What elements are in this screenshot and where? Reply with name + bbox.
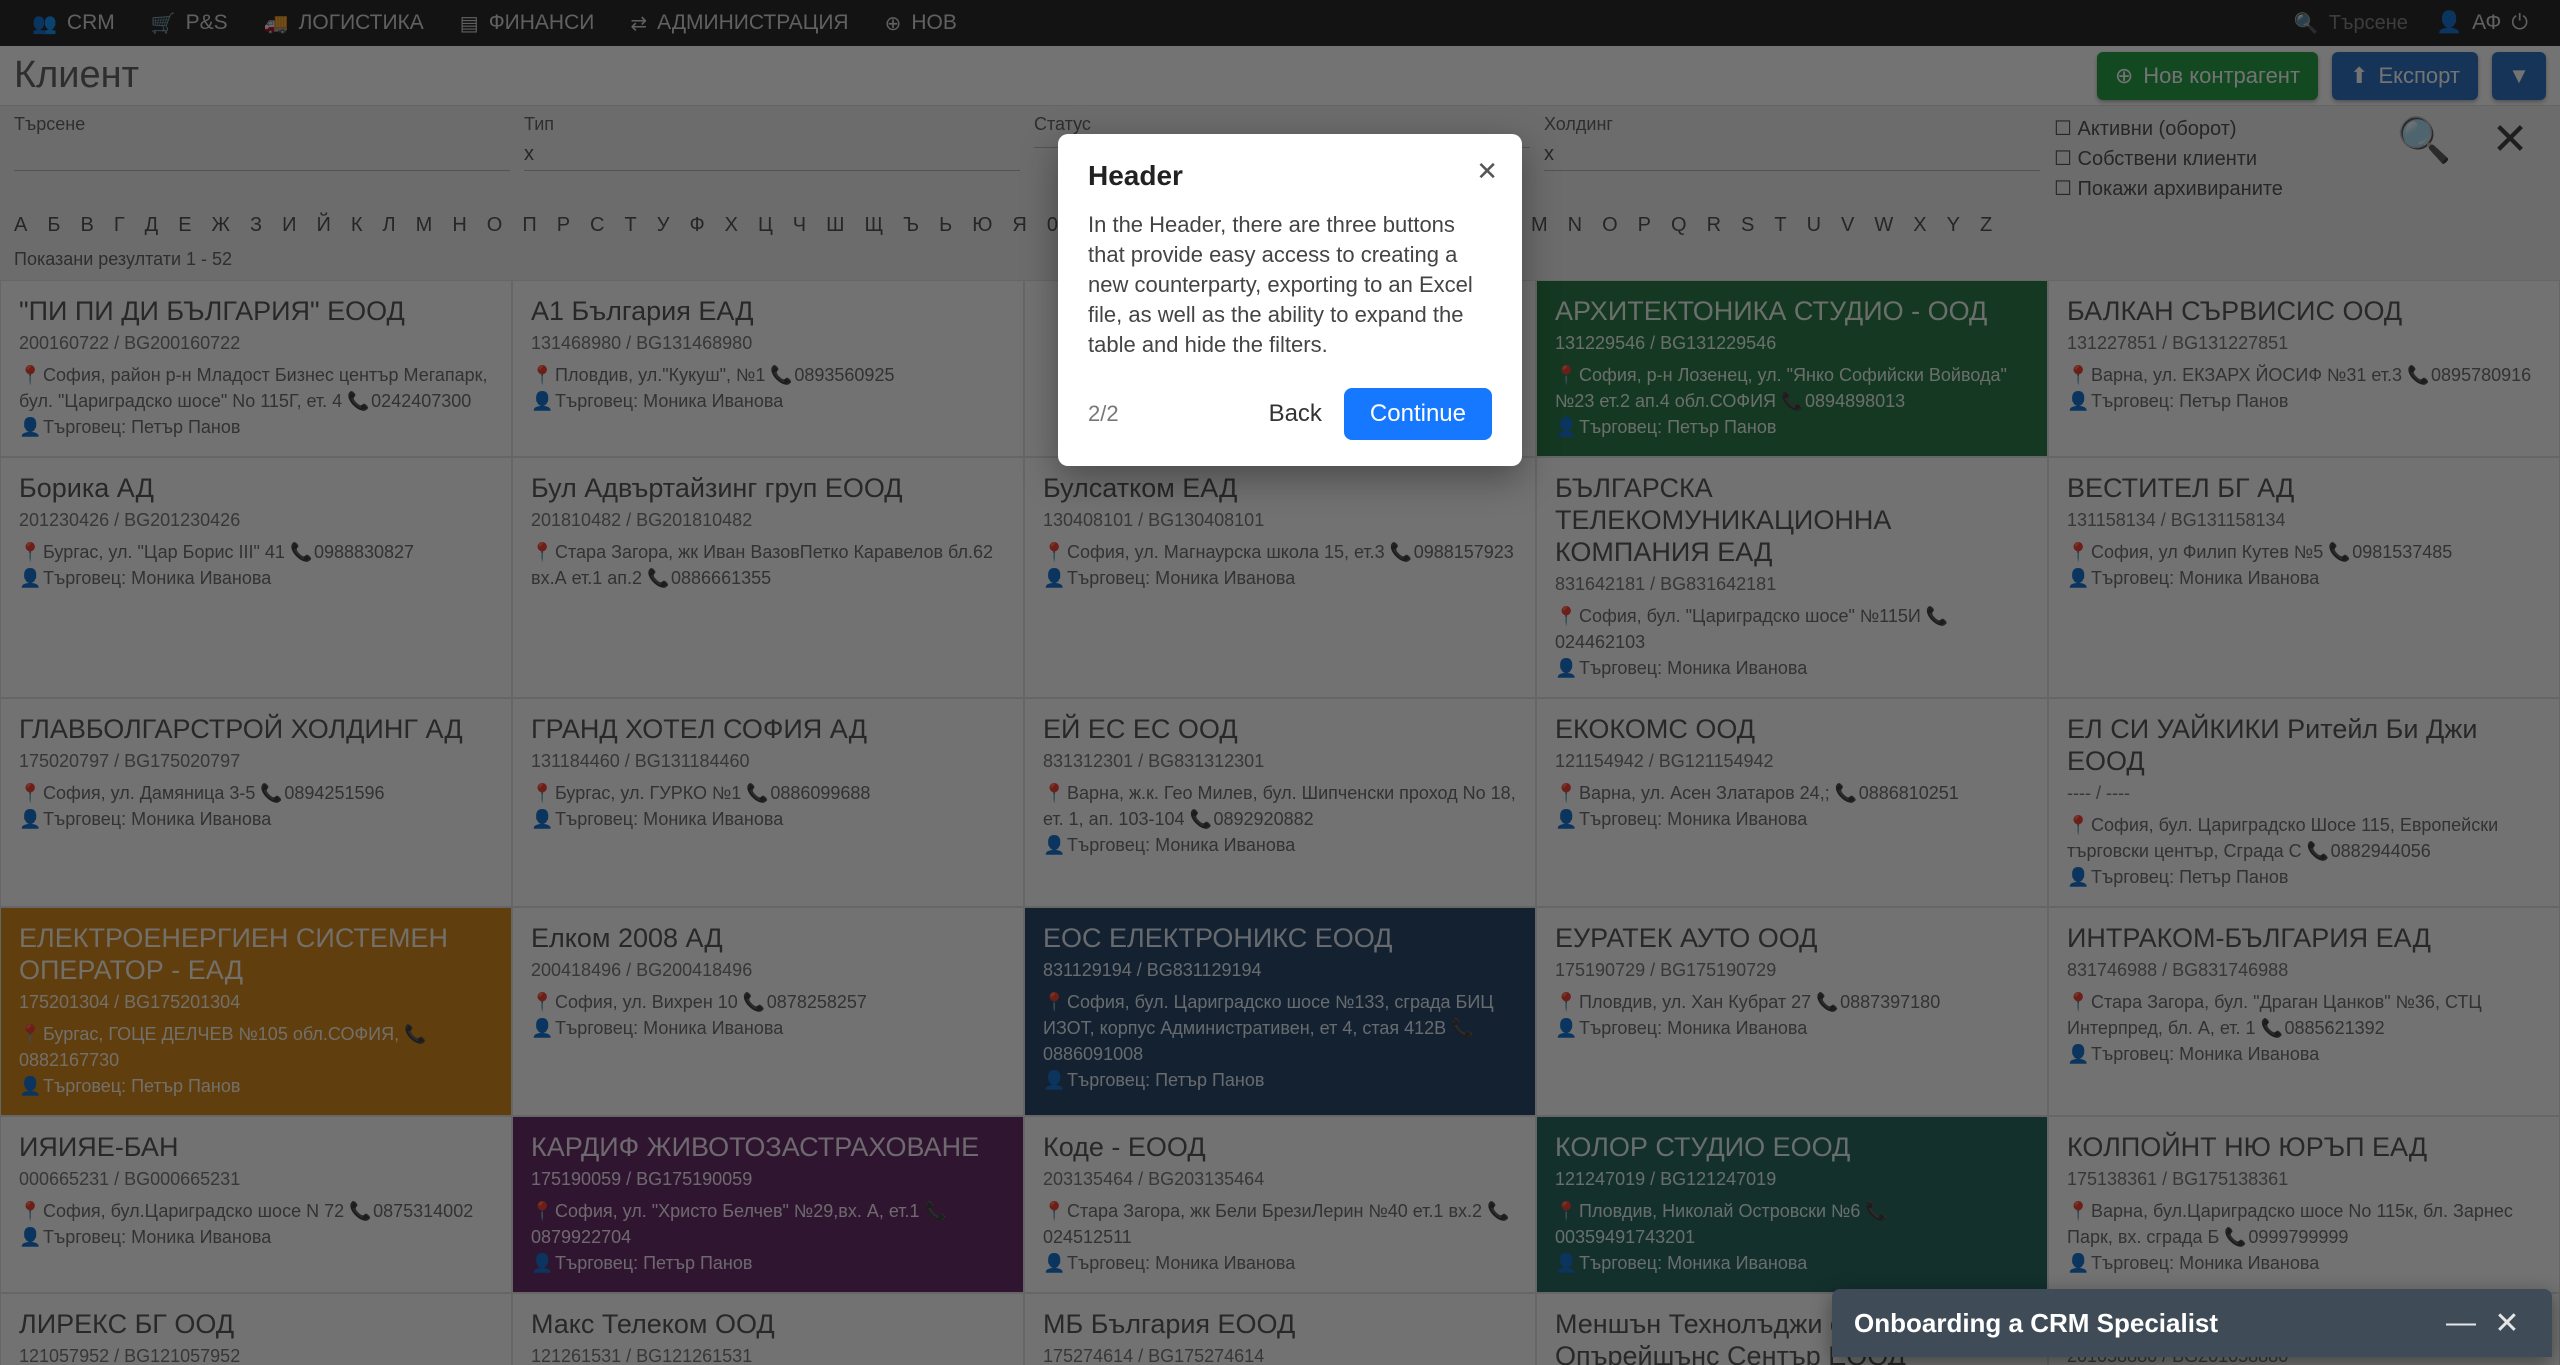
onboarding-minimize[interactable]: —	[2438, 1306, 2484, 1340]
tour-body: In the Header, there are three buttons t…	[1088, 210, 1492, 360]
tour-popover: Header ✕ In the Header, there are three …	[1058, 134, 1522, 466]
onboarding-title: Onboarding a CRM Specialist	[1854, 1308, 2438, 1339]
tour-close-button[interactable]: ✕	[1476, 156, 1498, 187]
tour-step: 2/2	[1088, 401, 1119, 427]
onboarding-close[interactable]: ✕	[2484, 1306, 2530, 1341]
tour-back-button[interactable]: Back	[1247, 390, 1344, 438]
tour-title: Header	[1088, 160, 1492, 192]
onboarding-bar: Onboarding a CRM Specialist — ✕	[1832, 1289, 2552, 1357]
tour-continue-button[interactable]: Continue	[1344, 388, 1492, 440]
